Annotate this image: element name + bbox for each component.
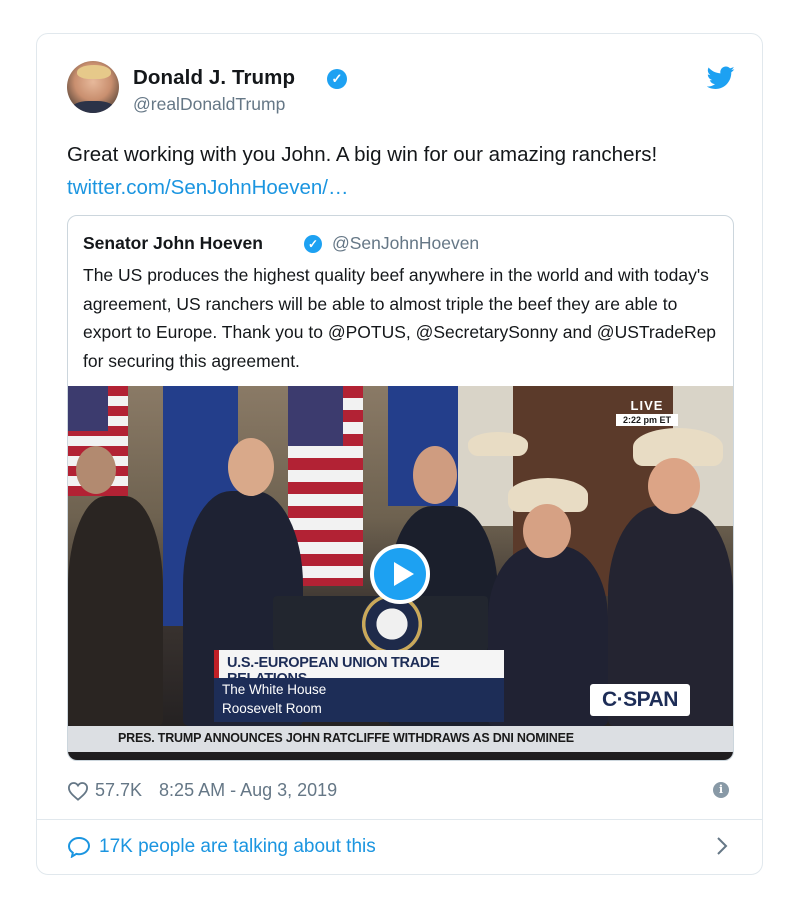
conversation-text: 17K people are talking about this (99, 836, 376, 857)
footer-divider (37, 819, 762, 820)
quoted-author-name: Senator John Hoeven (83, 233, 263, 253)
quoted-verified-badge-icon: ✓ (304, 235, 322, 253)
author-handle[interactable]: @realDonaldTrump (133, 94, 285, 115)
play-icon[interactable] (370, 544, 430, 604)
video-chyron: U.S.-EUROPEAN UNION TRADE RELATIONS (214, 650, 504, 687)
avatar-suit (71, 101, 115, 113)
avatar-hair (77, 65, 111, 79)
person-hat (468, 432, 528, 456)
tweet-body: Great working with you John. A big win f… (67, 143, 658, 166)
conversation-link[interactable]: 17K people are talking about this (67, 836, 376, 858)
person-head (76, 446, 116, 494)
embedded-tweet-card: Donald J. Trump ✓ @realDonaldTrump Great… (36, 33, 763, 875)
location-line-2: Roosevelt Room (222, 701, 322, 716)
tweet-link[interactable]: twitter.com/SenJohnHoeven/… (67, 176, 348, 199)
author-name[interactable]: Donald J. Trump (133, 66, 295, 90)
heart-icon[interactable] (67, 781, 89, 801)
quoted-tweet-text: The US produces the highest quality beef… (83, 265, 717, 371)
person-head (228, 438, 274, 496)
person-figure (68, 496, 163, 726)
video-location: The White House Roosevelt Room (214, 678, 504, 722)
ticker-text: PRES. TRUMP ANNOUNCES JOHN RATCLIFFE WIT… (118, 731, 574, 745)
like-count[interactable]: 57.7K (95, 780, 142, 801)
person-head (413, 446, 457, 504)
tweet-meta: 57.7K 8:25 AM - Aug 3, 2019 (67, 780, 337, 801)
cspan-logo: C·SPAN (590, 684, 690, 716)
person-head (648, 458, 700, 514)
quoted-author-handle: @SenJohnHoeven (332, 233, 480, 253)
twitter-bird-icon[interactable] (707, 66, 735, 90)
verified-badge-icon: ✓ (327, 69, 347, 89)
live-time: 2:22 pm ET (616, 414, 678, 426)
news-ticker: PRES. TRUMP ANNOUNCES JOHN RATCLIFFE WIT… (68, 726, 733, 752)
location-line-1: The White House (222, 682, 327, 697)
live-label: LIVE (630, 398, 664, 413)
quoted-tweet[interactable]: Senator John Hoeven ✓ @SenJohnHoeven The… (67, 215, 734, 761)
author-avatar[interactable] (67, 61, 119, 113)
live-indicator: LIVE 2:22 pm ET (616, 398, 678, 426)
chevron-right-icon[interactable] (715, 834, 729, 858)
tweet-timestamp[interactable]: 8:25 AM - Aug 3, 2019 (159, 780, 337, 801)
speech-bubble-icon (67, 836, 91, 858)
person-head (523, 504, 571, 558)
tweet-text: Great working with you John. A big win f… (67, 138, 737, 204)
info-icon[interactable]: i (713, 782, 729, 798)
video-player[interactable]: LIVE 2:22 pm ET U.S.-EUROPEAN UNION TRAD… (68, 386, 733, 760)
